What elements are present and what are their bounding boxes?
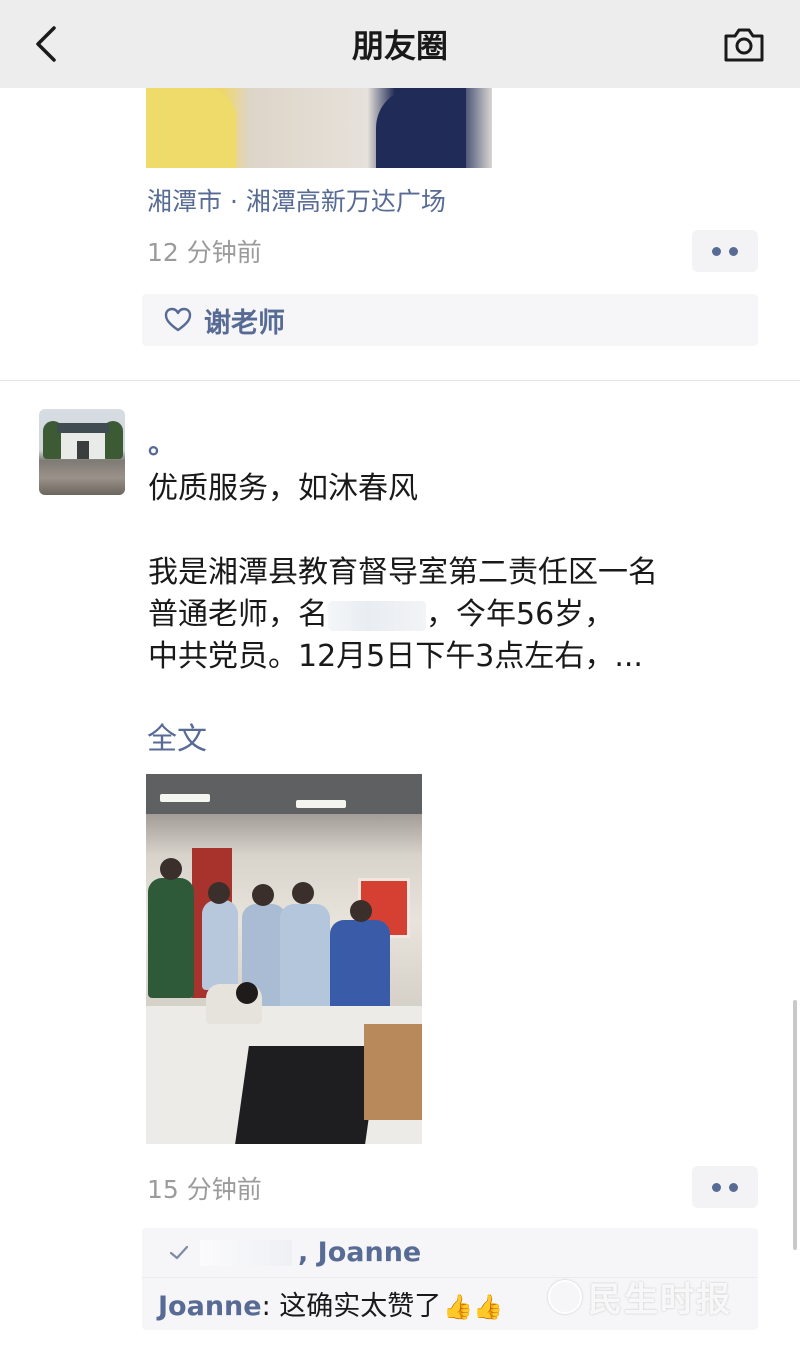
- post-text-line: 优质服务，如沐春风: [148, 471, 418, 506]
- liker-name[interactable]: , Joanne: [298, 1237, 421, 1268]
- photo-shape: [160, 858, 182, 880]
- watermark: 民生时报: [588, 1280, 732, 1320]
- post-text-segment: ，今年56岁，: [426, 597, 615, 632]
- dot-icon: [712, 1182, 721, 1192]
- comment-item[interactable]: Joanne: 这确实太赞了👍👍: [158, 1284, 503, 1323]
- avatar-shape: [57, 423, 109, 433]
- likes-row: , Joanne: [142, 1228, 758, 1278]
- post-photo[interactable]: [146, 774, 422, 1144]
- more-actions-button[interactable]: [692, 1166, 758, 1208]
- nav-bar: 朋友圈: [0, 0, 800, 88]
- post-divider: [0, 380, 800, 381]
- photo-shape: [350, 900, 372, 922]
- back-button[interactable]: [28, 22, 68, 66]
- camera-icon: [724, 28, 764, 62]
- post-timestamp: 15 分钟前: [147, 1175, 262, 1204]
- redacted-name: [328, 600, 426, 631]
- photo-shape: [296, 800, 346, 808]
- comment-text: 这确实太赞了: [279, 1291, 442, 1322]
- avatar-shape: [77, 441, 89, 459]
- photo-shape: [252, 884, 274, 906]
- full-text-link[interactable]: 全文: [147, 714, 207, 758]
- photo-shape: [364, 1024, 422, 1120]
- likes-panel: 谢老师: [142, 294, 758, 346]
- watermark-logo: [548, 1280, 582, 1314]
- user-name[interactable]: 。: [148, 422, 176, 462]
- page-title: 朋友圈: [351, 27, 448, 65]
- liker-name[interactable]: 谢老师: [204, 301, 285, 340]
- post-photo[interactable]: [146, 88, 492, 168]
- photo-shape: [235, 1046, 379, 1144]
- check-like-icon: [169, 1245, 189, 1259]
- chevron-left-icon: [36, 26, 56, 62]
- post-text-line: [148, 510, 768, 552]
- dot-icon: [729, 1182, 738, 1192]
- redacted-name: [200, 1239, 292, 1266]
- photo-shape: [208, 882, 230, 904]
- dot-icon: [712, 246, 721, 256]
- more-actions-button[interactable]: [692, 230, 758, 272]
- photo-shape: [202, 900, 238, 990]
- avatar[interactable]: [39, 409, 125, 495]
- photo-shape: [148, 878, 194, 998]
- scrollbar[interactable]: [793, 1000, 797, 1250]
- thumbs-up-emoji: 👍👍: [443, 1293, 504, 1321]
- post-text-line: 普通老师，名 ，今年56岁，: [148, 594, 768, 636]
- post-text: 优质服务，如沐春风 我是湘潭县教育督导室第二责任区一名 普通老师，名 ，今年56岁…: [148, 468, 768, 678]
- photo-shape: [376, 88, 466, 168]
- dot-icon: [729, 246, 738, 256]
- post-text-segment: 普通老师，名: [148, 597, 328, 632]
- photo-shape: [146, 88, 236, 168]
- comment-author[interactable]: Joanne: [158, 1291, 262, 1322]
- camera-button[interactable]: [722, 24, 766, 64]
- comment-separator: :: [261, 1291, 280, 1322]
- heart-outline-icon: [164, 307, 192, 332]
- photo-shape: [160, 794, 210, 802]
- post-text-line: 中共党员。12月5日下午3点左右，...: [148, 639, 643, 674]
- post-timestamp: 12 分钟前: [147, 238, 262, 267]
- photo-shape: [292, 882, 314, 904]
- post-location[interactable]: 湘潭市 · 湘潭高新万达广场: [147, 182, 446, 218]
- photo-shape: [236, 982, 258, 1004]
- post-text-line: 我是湘潭县教育督导室第二责任区一名: [148, 555, 658, 590]
